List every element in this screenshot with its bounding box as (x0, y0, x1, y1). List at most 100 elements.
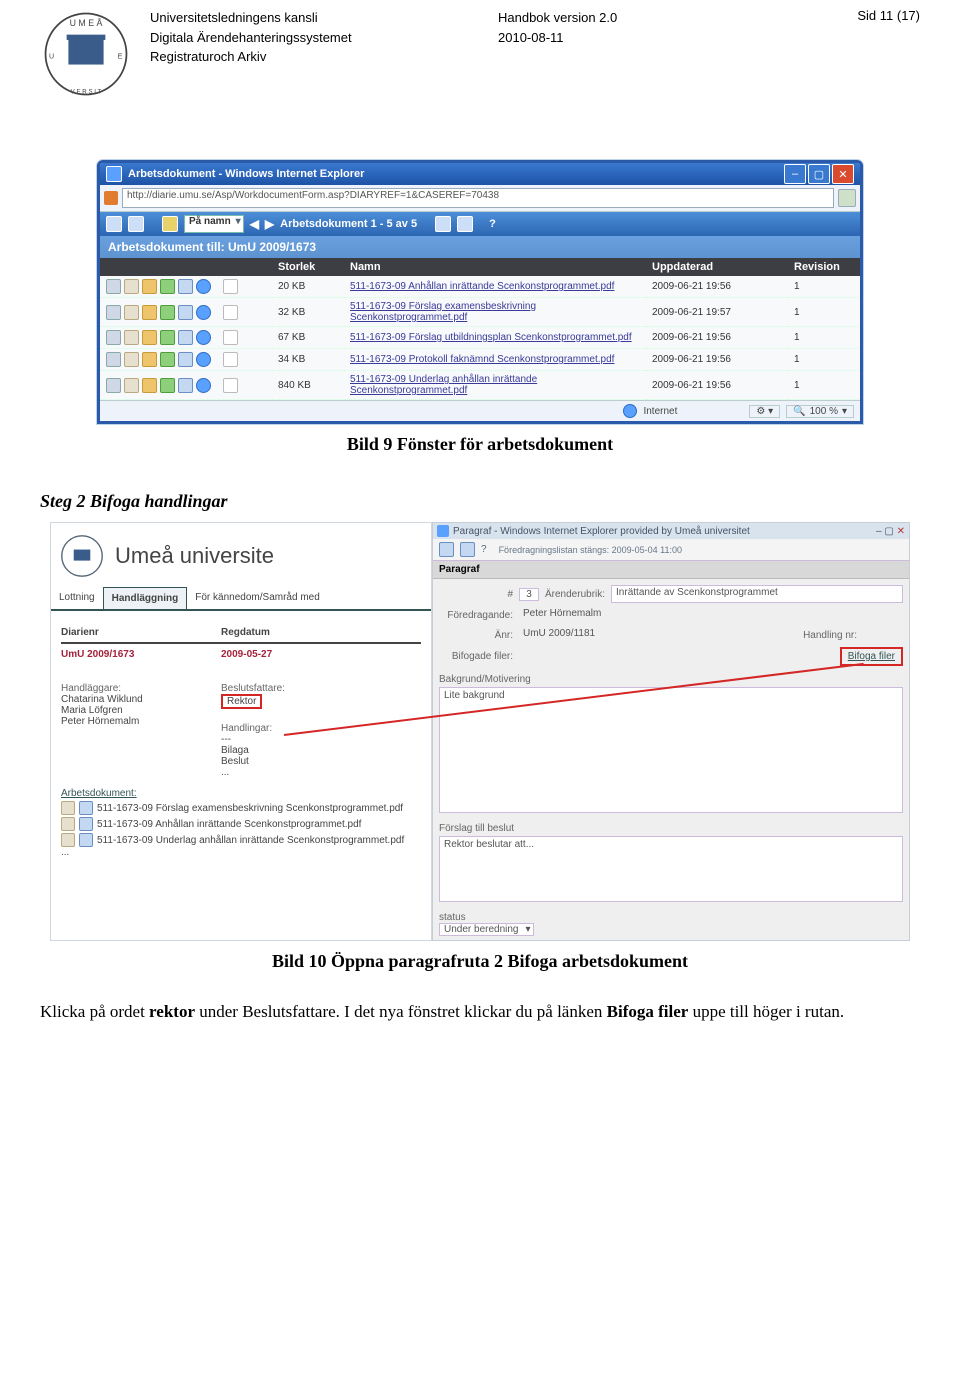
table-row: 32 KB 511-1673-09 Förslag examensbeskrivn… (100, 298, 860, 327)
maximize-button[interactable]: ▢ (884, 526, 893, 537)
tab-handlaggning[interactable]: Handläggning (103, 587, 188, 609)
rektor-link[interactable]: Rektor (221, 694, 262, 709)
help-icon[interactable]: ? (489, 218, 496, 230)
right-titlebar[interactable]: Paragraf - Windows Internet Explorer pro… (433, 523, 909, 539)
delete-icon[interactable] (106, 279, 121, 294)
delete-icon[interactable] (106, 378, 121, 393)
lock-icon[interactable] (142, 305, 157, 320)
lock-icon[interactable] (142, 378, 157, 393)
bifoga-filer-link[interactable]: Bifoga filer (840, 647, 903, 666)
table-row: 20 KB511-1673-09 Anhållan inrättande Sce… (100, 276, 860, 298)
handlingar-label: Handlingar: (221, 723, 285, 734)
pdf-icon[interactable] (223, 305, 238, 320)
folder-icon[interactable] (162, 216, 178, 232)
next-arrow-icon[interactable]: ▶ (265, 217, 274, 231)
close-button[interactable]: ✕ (832, 164, 854, 184)
minimize-button[interactable]: – (876, 526, 882, 537)
file-icon[interactable] (61, 833, 75, 847)
url-input[interactable]: http://diarie.umu.se/Asp/WorkdocumentFor… (122, 188, 834, 208)
info-icon[interactable] (196, 378, 211, 393)
cell-revision: 1 (788, 298, 860, 327)
status-bar: Internet ⚙ ▾ 🔍 100 % ▾ (100, 400, 860, 421)
doc-icon[interactable] (178, 378, 193, 393)
file-icon[interactable] (79, 801, 93, 815)
move-icon[interactable] (160, 279, 175, 294)
copy-icon[interactable] (128, 216, 144, 232)
handling-3: ... (221, 767, 285, 778)
info-icon[interactable] (196, 305, 211, 320)
mail-icon[interactable] (124, 352, 139, 367)
info-icon[interactable] (196, 352, 211, 367)
ie-titlebar[interactable]: Arbetsdokument - Windows Internet Explor… (100, 163, 860, 185)
attachment-row: 511-1673-09 Anhållan inrättande Scenkons… (61, 817, 421, 831)
file-icon[interactable] (61, 801, 75, 815)
anr-value: UmU 2009/1181 (519, 627, 627, 643)
figure-1: Arbetsdokument - Windows Internet Explor… (40, 160, 920, 455)
lock-icon[interactable] (142, 330, 157, 345)
sort-select[interactable]: På namn (184, 215, 244, 233)
delete-icon[interactable] (106, 330, 121, 345)
file-link[interactable]: 511-1673-09 Förslag examensbeskrivning S… (350, 301, 536, 323)
lock-icon[interactable] (142, 352, 157, 367)
file-icon[interactable] (79, 817, 93, 831)
mail-icon[interactable] (124, 330, 139, 345)
pdf-icon[interactable] (223, 279, 238, 294)
handlaggare-label: Handläggare: (61, 683, 221, 694)
move-icon[interactable] (160, 330, 175, 345)
tab-kannedom[interactable]: För kännedom/Samråd med (187, 587, 328, 609)
help-icon[interactable]: ? (481, 544, 487, 555)
delete-icon[interactable] (106, 305, 121, 320)
move-icon[interactable] (160, 305, 175, 320)
attachment-row: 511-1673-09 Underlag anhållan inrättande… (61, 833, 421, 847)
print-icon[interactable] (460, 542, 475, 557)
file-link[interactable]: 511-1673-09 Anhållan inrättande Scenkons… (350, 281, 614, 292)
handling-2: Beslut (221, 756, 285, 767)
move-icon[interactable] (160, 378, 175, 393)
cell-size: 32 KB (272, 298, 344, 327)
handling-1: Bilaga (221, 745, 285, 756)
move-icon[interactable] (160, 352, 175, 367)
forslag-textarea[interactable]: Rektor beslutar att... (439, 836, 903, 902)
zoom-control[interactable]: 🔍 100 % ▾ (786, 405, 854, 418)
file-icon[interactable] (79, 833, 93, 847)
pdf-icon[interactable] (223, 378, 238, 393)
pdf-icon[interactable] (223, 330, 238, 345)
file-link[interactable]: 511-1673-09 Protokoll faknämnd Scenkonst… (350, 354, 614, 365)
paragraf-number[interactable]: 3 (519, 588, 539, 601)
file-icon[interactable] (61, 817, 75, 831)
handling-0: --- (221, 734, 285, 745)
mail-icon[interactable] (124, 305, 139, 320)
maximize-button[interactable]: ▢ (808, 164, 830, 184)
doc-icon[interactable] (178, 330, 193, 345)
mail-icon[interactable] (124, 378, 139, 393)
go-button[interactable] (838, 189, 856, 207)
flag-icon[interactable] (457, 216, 473, 232)
minimize-button[interactable]: – (784, 164, 806, 184)
body-paragraph: Klicka på ordet rektor under Beslutsfatt… (40, 1000, 920, 1025)
arub-value[interactable]: Inrättande av Scenkonstprogrammet (611, 585, 903, 603)
lock-icon[interactable] (142, 279, 157, 294)
status-select[interactable]: Under beredning (439, 923, 534, 936)
table-row: 840 KB511-1673-09 Underlag anhållan inrä… (100, 371, 860, 400)
file-link[interactable]: 511-1673-09 Förslag utbildningsplan Scen… (350, 332, 632, 343)
trash-icon[interactable] (435, 216, 451, 232)
cell-revision: 1 (788, 371, 860, 400)
doc-icon[interactable] (178, 279, 193, 294)
save-icon[interactable] (439, 542, 454, 557)
arbetsdokument-label[interactable]: Arbetsdokument: (61, 788, 137, 799)
doc-icon[interactable] (178, 305, 193, 320)
address-bar: http://diarie.umu.se/Asp/WorkdocumentFor… (100, 185, 860, 212)
tools-dropdown[interactable]: ⚙ ▾ (749, 405, 780, 418)
diarienr-value[interactable]: UmU 2009/1673 (61, 649, 221, 660)
file-link[interactable]: 511-1673-09 Underlag anhållan inrättande… (350, 374, 537, 396)
new-icon[interactable] (106, 216, 122, 232)
doc-icon[interactable] (178, 352, 193, 367)
prev-arrow-icon[interactable]: ◀ (250, 217, 259, 231)
delete-icon[interactable] (106, 352, 121, 367)
tab-lottning[interactable]: Lottning (51, 587, 103, 609)
info-icon[interactable] (196, 279, 211, 294)
pdf-icon[interactable] (223, 352, 238, 367)
mail-icon[interactable] (124, 279, 139, 294)
close-button[interactable]: ✕ (897, 526, 905, 537)
info-icon[interactable] (196, 330, 211, 345)
